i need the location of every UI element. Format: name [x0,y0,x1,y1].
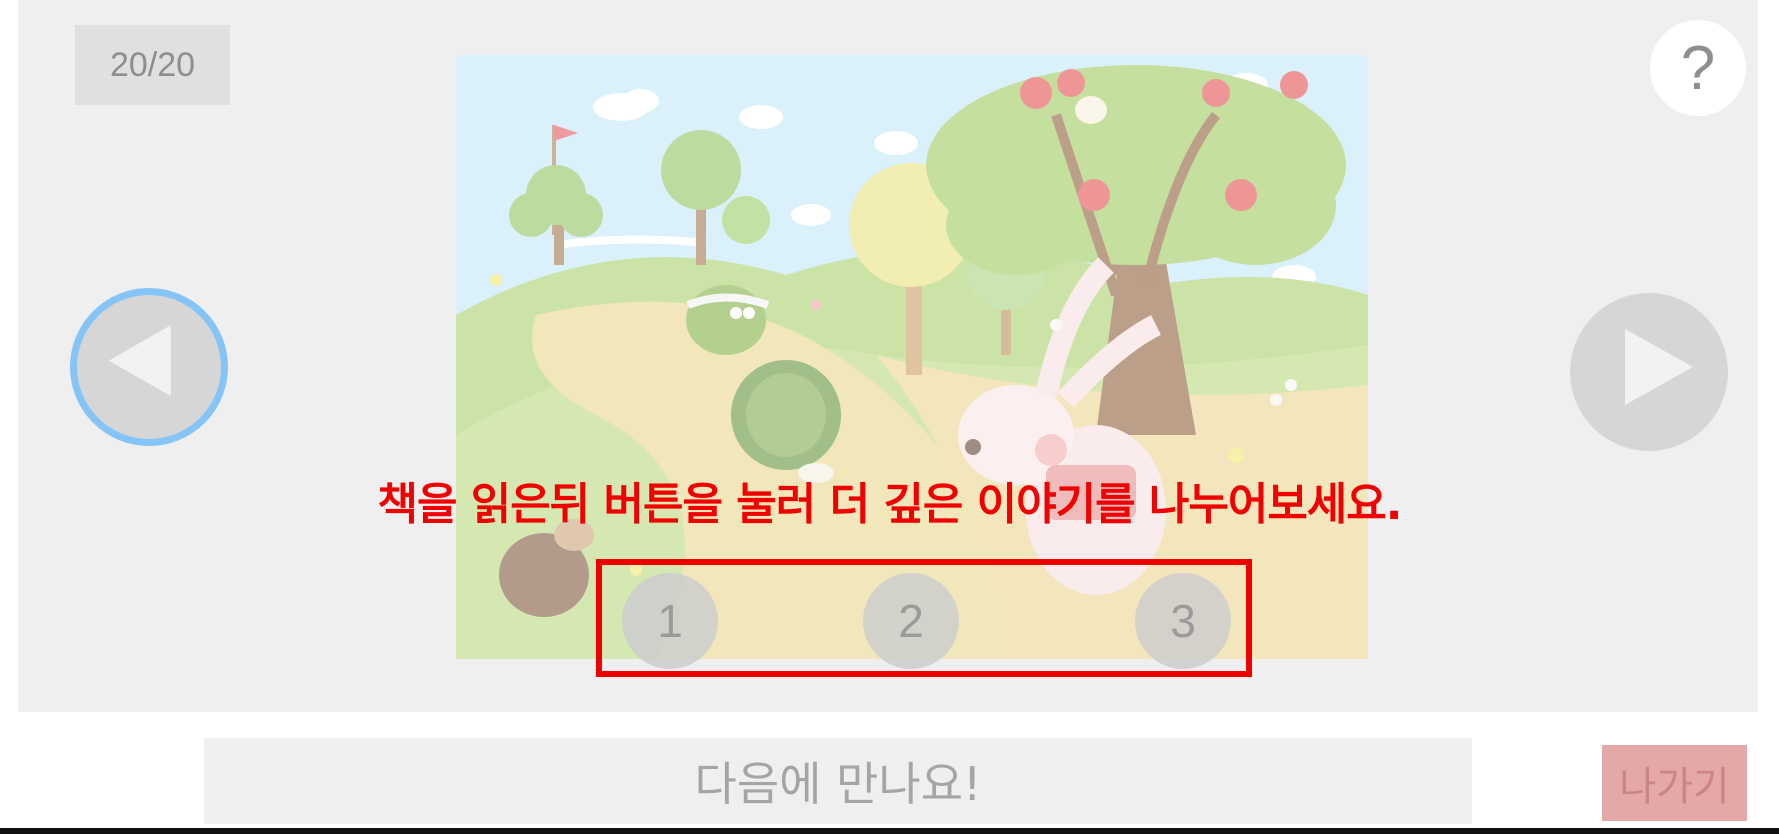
next-page-button[interactable] [1570,293,1728,451]
choice-button-2[interactable]: 2 [863,573,959,669]
footer-message: 다음에 만나요! [204,738,1472,824]
exit-button[interactable]: 나가기 [1602,745,1747,821]
bottom-divider [0,828,1779,834]
triangle-right-icon [1625,329,1693,405]
choice-button-3[interactable]: 3 [1135,573,1231,669]
help-button[interactable]: ? [1650,20,1746,116]
triangle-left-icon [108,325,171,397]
previous-page-button[interactable] [70,288,228,446]
page-counter: 20/20 [75,25,230,105]
choice-button-1[interactable]: 1 [622,573,718,669]
instruction-text: 책을 읽은뒤 버튼을 눌러 더 깊은 이야기를 나누어보세요. [377,479,1403,530]
